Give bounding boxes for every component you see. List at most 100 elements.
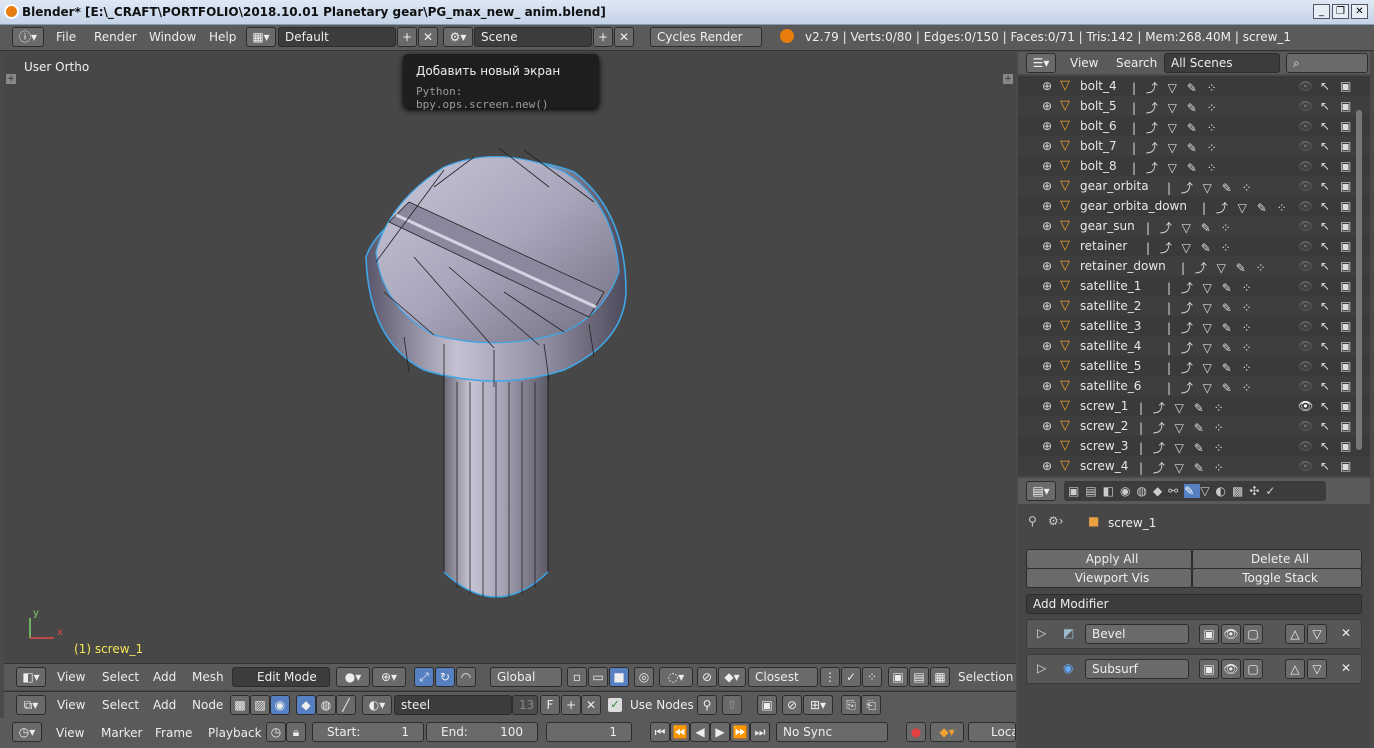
select-cursor-icon[interactable]: ↖ — [1320, 299, 1330, 313]
outliner-search-input[interactable]: ⌕ — [1286, 53, 1368, 73]
orientation-select[interactable]: Global — [490, 667, 562, 687]
jump-start-icon[interactable]: ⏮ — [650, 722, 670, 742]
select-cursor-icon[interactable]: ↖ — [1320, 219, 1330, 233]
visibility-eye-icon[interactable]: 👁︎ — [1298, 459, 1313, 473]
select-cursor-icon[interactable]: ↖ — [1320, 99, 1330, 113]
viewport-toggle-icon[interactable]: 👁︎ — [1221, 659, 1241, 679]
menu-window[interactable]: Window — [149, 30, 196, 44]
visibility-eye-icon[interactable]: 👁︎ — [1298, 239, 1313, 253]
modifier-name-field[interactable]: Subsurf — [1085, 659, 1189, 679]
render-camera-icon[interactable]: ▣ — [1340, 99, 1351, 113]
expand-icon[interactable]: ⊕ — [1042, 279, 1052, 293]
select-cursor-icon[interactable]: ↖ — [1320, 119, 1330, 133]
render-engine-select[interactable]: Cycles Render — [650, 27, 762, 47]
properties-tab-icons[interactable]: ▣▤◧◉◍◆⚯✎▽◐▩✣✓ — [1064, 481, 1326, 501]
edge-select-icon[interactable]: ▭ — [588, 667, 608, 687]
visibility-eye-icon[interactable]: 👁︎ — [1298, 299, 1313, 313]
jump-end-icon[interactable]: ⏭ — [750, 722, 770, 742]
visibility-eye-icon[interactable]: 👁︎ — [1298, 359, 1313, 373]
render-camera-icon[interactable]: ▣ — [1340, 299, 1351, 313]
visibility-eye-icon[interactable]: 👁︎ — [1298, 79, 1313, 93]
play-icon[interactable]: ▶ — [710, 722, 730, 742]
outliner-item-name[interactable]: gear_sun — [1080, 219, 1135, 233]
screen-layout-icon[interactable]: ▦▾ — [246, 27, 276, 47]
expand-icon[interactable]: ⊕ — [1042, 79, 1052, 93]
render-camera-icon[interactable]: ▣ — [1340, 379, 1351, 393]
keyframe-type-icon[interactable]: ◆▾ — [930, 722, 964, 742]
render-camera-icon[interactable]: ▣ — [1340, 319, 1351, 333]
render-camera-icon[interactable]: ▣ — [1340, 419, 1351, 433]
visibility-eye-icon[interactable]: 👁︎ — [1298, 179, 1313, 193]
compositor-tree-icon[interactable]: ◉ — [270, 695, 290, 715]
screen-layout-field[interactable]: Default — [278, 27, 396, 47]
outliner-row[interactable]: ⊕ ▽ screw_4 | ⤴ ▽ ✎ ⁘ 👁︎ ↖ ▣ — [1018, 456, 1370, 476]
linestyle-shader-icon[interactable]: ╱ — [336, 695, 356, 715]
select-cursor-icon[interactable]: ↖ — [1320, 339, 1330, 353]
expand-icon[interactable]: ▷ — [1037, 626, 1046, 640]
render-camera-icon[interactable]: ▣ — [1340, 119, 1351, 133]
expand-icon[interactable]: ▷ — [1037, 661, 1046, 675]
pin-tree-icon[interactable]: ⚲ — [697, 695, 717, 715]
menu-search[interactable]: Search — [1116, 56, 1157, 70]
material-icon[interactable]: ◐▾ — [362, 695, 392, 715]
outliner-row[interactable]: ⊕ ▽ bolt_7 | ⤴ ▽ ✎ ⁘ 👁︎ ↖ ▣ — [1018, 136, 1370, 156]
select-cursor-icon[interactable]: ↖ — [1320, 439, 1330, 453]
menu-node[interactable]: Node — [192, 698, 223, 712]
select-cursor-icon[interactable]: ↖ — [1320, 199, 1330, 213]
close-button[interactable]: ✕ — [1351, 4, 1368, 19]
unlink-material-button[interactable]: ✕ — [581, 695, 601, 715]
select-cursor-icon[interactable]: ↖ — [1320, 459, 1330, 473]
toggle-stack-button[interactable]: Toggle Stack — [1192, 568, 1362, 588]
end-frame-field[interactable]: End: 100 — [426, 722, 538, 742]
menu-playback[interactable]: Playback — [208, 726, 262, 740]
visibility-eye-icon[interactable]: 👁︎ — [1298, 139, 1313, 153]
menu-file[interactable]: File — [56, 30, 76, 44]
menu-select[interactable]: Select — [102, 698, 139, 712]
expand-icon[interactable]: ⊕ — [1042, 99, 1052, 113]
opengl-render-icon[interactable]: ▤ — [909, 667, 929, 687]
menu-view[interactable]: View — [57, 698, 85, 712]
menu-add[interactable]: Add — [153, 670, 176, 684]
outliner-row[interactable]: ⊕ ▽ satellite_2 | ⤴ ▽ ✎ ⁘ 👁︎ ↖ ▣ — [1018, 296, 1370, 316]
outliner-row[interactable]: ⊕ ▽ retainer | ⤴ ▽ ✎ ⁘ 👁︎ ↖ ▣ — [1018, 236, 1370, 256]
expand-icon[interactable]: ⊕ — [1042, 359, 1052, 373]
menu-select[interactable]: Select — [102, 670, 139, 684]
expand-icon[interactable]: ⊕ — [1042, 159, 1052, 173]
select-cursor-icon[interactable]: ↖ — [1320, 259, 1330, 273]
select-cursor-icon[interactable]: ↖ — [1320, 379, 1330, 393]
visibility-eye-icon[interactable]: 👁︎ — [1298, 319, 1313, 333]
jump-key-forward-icon[interactable]: ⏩ — [730, 722, 750, 742]
current-frame-field[interactable]: 1 — [546, 722, 632, 742]
editmode-toggle-icon[interactable]: ▢ — [1243, 659, 1263, 679]
render-camera-icon[interactable]: ▣ — [1340, 259, 1351, 273]
snap-option-icon[interactable]: ⋮ — [820, 667, 840, 687]
visibility-eye-icon[interactable]: 👁︎ — [1298, 259, 1313, 273]
menu-render[interactable]: Render — [94, 30, 137, 44]
viewport-vis-button[interactable]: Viewport Vis — [1026, 568, 1192, 588]
outliner-item-name[interactable]: bolt_5 — [1080, 99, 1117, 113]
outliner-item-name[interactable]: satellite_3 — [1080, 319, 1141, 333]
move-up-icon[interactable]: △ — [1285, 624, 1305, 644]
add-screen-button[interactable]: + — [397, 27, 417, 47]
add-scene-button[interactable]: + — [593, 27, 613, 47]
delete-screen-button[interactable]: ✕ — [418, 27, 438, 47]
editor-type-outliner-button[interactable]: ☰▾ — [1026, 53, 1056, 73]
menu-view[interactable]: View — [56, 726, 84, 740]
outliner-item-name[interactable]: bolt_7 — [1080, 139, 1117, 153]
screw-mesh[interactable] — [4, 52, 1016, 662]
outliner-item-name[interactable]: bolt_6 — [1080, 119, 1117, 133]
move-down-icon[interactable]: ▽ — [1307, 624, 1327, 644]
expand-icon[interactable]: ⊕ — [1042, 299, 1052, 313]
render-camera-icon[interactable]: ▣ — [1340, 139, 1351, 153]
shader-tree-icon[interactable]: ▩ — [230, 695, 250, 715]
pivot-select[interactable]: ⊕▾ — [372, 667, 406, 687]
editor-type-view3d-button[interactable]: ◧▾ — [16, 667, 46, 687]
expand-icon[interactable]: ⊕ — [1042, 219, 1052, 233]
outliner-item-name[interactable]: satellite_1 — [1080, 279, 1141, 293]
outliner-item-name[interactable]: screw_3 — [1080, 439, 1128, 453]
keying-set-field[interactable]: Loca — [968, 722, 1016, 742]
outliner-item-name[interactable]: retainer_down — [1080, 259, 1166, 273]
outliner-row[interactable]: ⊕ ▽ bolt_4 | ⤴ ▽ ✎ ⁘ 👁︎ ↖ ▣ — [1018, 76, 1370, 96]
outliner-row[interactable]: ⊕ ▽ bolt_8 | ⤴ ▽ ✎ ⁘ 👁︎ ↖ ▣ — [1018, 156, 1370, 176]
render-camera-icon[interactable]: ▣ — [1340, 399, 1351, 413]
